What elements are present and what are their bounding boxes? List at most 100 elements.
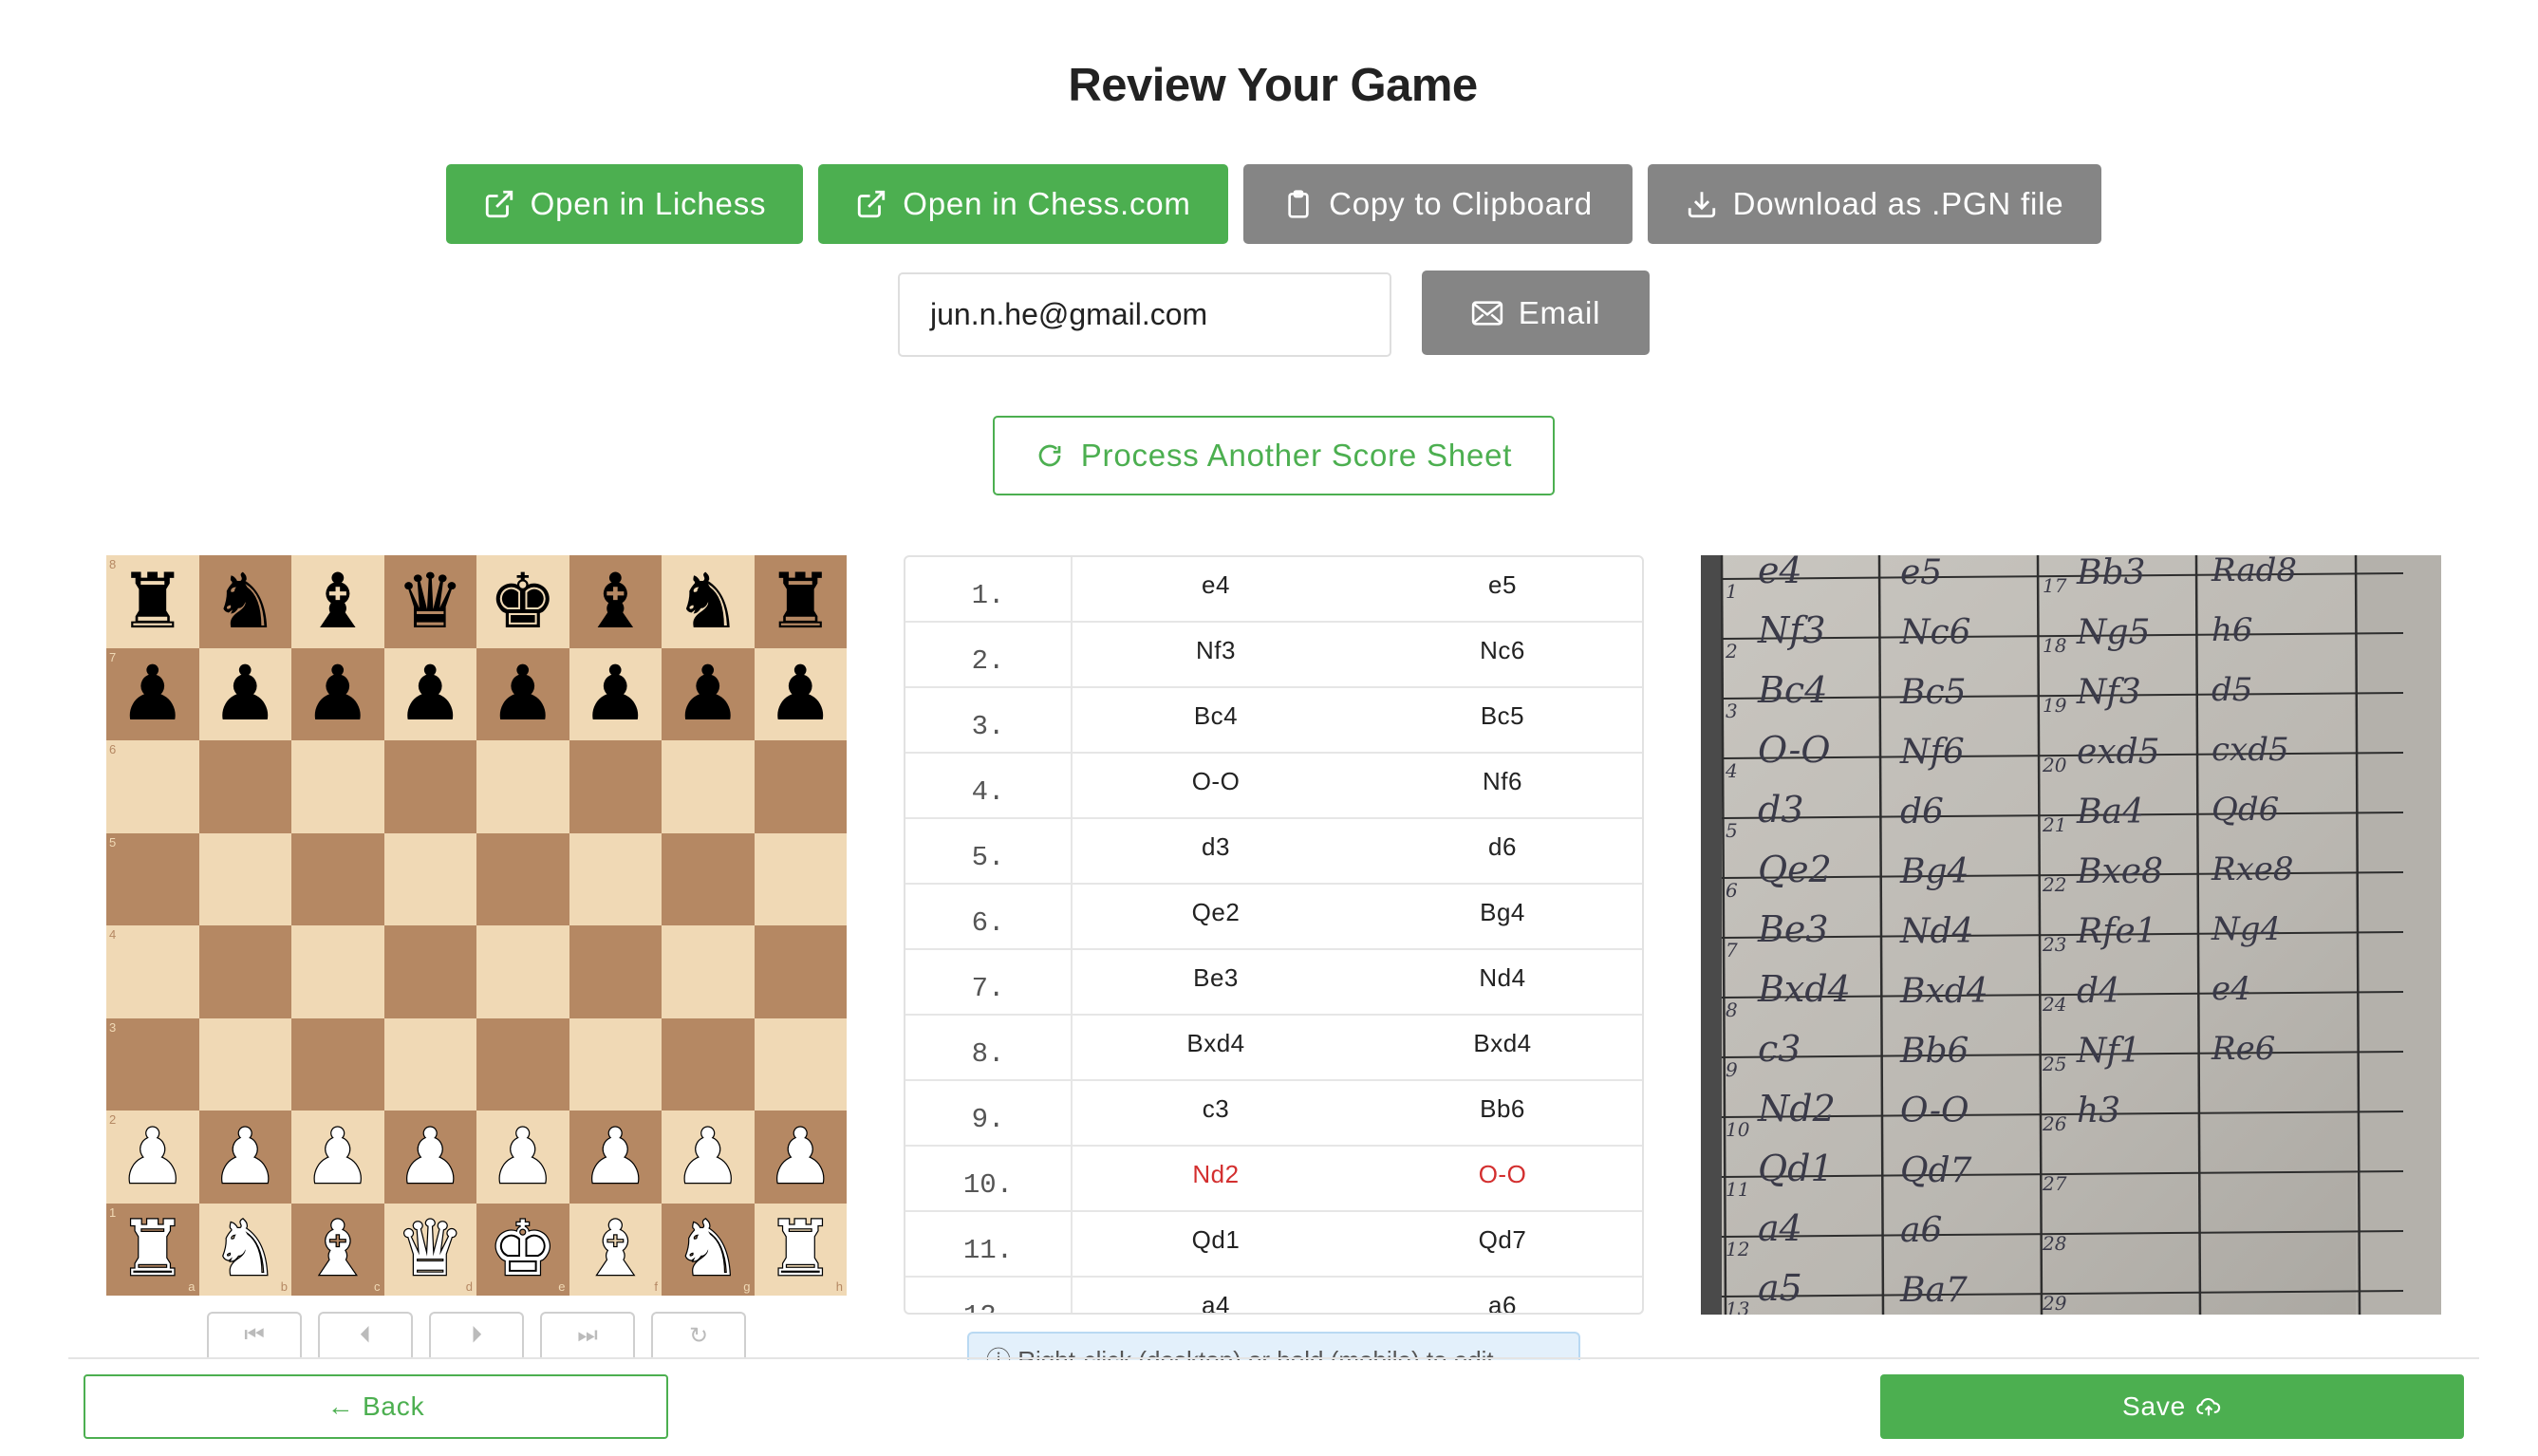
- white-move-cell[interactable]: Bc4: [1073, 688, 1359, 752]
- board-square-d4[interactable]: [383, 925, 476, 1018]
- white-pawn-icon[interactable]: ♟: [580, 1117, 650, 1196]
- board-square-d3[interactable]: [383, 1017, 476, 1111]
- white-move-cell[interactable]: O-O: [1073, 754, 1359, 817]
- white-move-cell[interactable]: Qd1: [1073, 1212, 1359, 1276]
- white-rook-icon[interactable]: ♜: [765, 1210, 835, 1289]
- black-knight-icon[interactable]: ♞: [674, 563, 742, 640]
- board-square-f1[interactable]: f ♝: [569, 1203, 662, 1296]
- board-square-h8[interactable]: ♜: [754, 555, 847, 648]
- board-square-f7[interactable]: ♟: [569, 647, 662, 740]
- board-square-e3[interactable]: [476, 1017, 569, 1111]
- board-square-c3[interactable]: [291, 1017, 384, 1111]
- board-square-d5[interactable]: [383, 832, 476, 925]
- black-pawn-icon[interactable]: ♟: [211, 656, 279, 732]
- white-bishop-icon[interactable]: ♝: [303, 1210, 373, 1289]
- board-square-g1[interactable]: g ♞: [662, 1203, 755, 1296]
- chess-board[interactable]: 8 ♜ ♞ ♝ ♛ ♚ ♝ ♞ ♜ 7 ♟ ♟ ♟ ♟ ♟ ♟ ♟ ♟ 6 5 4 3 2 ♟ ♟ ♟ ♟ ♟ ♟ ♟ ♟ 1 a ♜ b ♞ c ♝ d ♛…: [106, 555, 847, 1296]
- last-move-button[interactable]: ⏭: [540, 1312, 635, 1357]
- board-square-h7[interactable]: ♟: [754, 647, 847, 740]
- board-square-d6[interactable]: [383, 740, 476, 833]
- board-square-e2[interactable]: ♟: [476, 1111, 569, 1204]
- black-move-cell[interactable]: O-O: [1359, 1147, 1642, 1210]
- board-square-a6[interactable]: 6: [106, 740, 199, 833]
- white-pawn-icon[interactable]: ♟: [118, 1117, 188, 1196]
- black-move-cell[interactable]: Nc6: [1359, 623, 1642, 686]
- board-square-c1[interactable]: c ♝: [291, 1203, 384, 1296]
- board-square-b7[interactable]: ♟: [198, 647, 291, 740]
- board-square-c2[interactable]: ♟: [291, 1111, 384, 1204]
- black-queen-icon[interactable]: ♛: [396, 563, 464, 640]
- board-square-g3[interactable]: [662, 1017, 755, 1111]
- board-square-d8[interactable]: ♛: [383, 555, 476, 648]
- back-button[interactable]: ← Back: [84, 1374, 668, 1439]
- white-pawn-icon[interactable]: ♟: [395, 1117, 465, 1196]
- black-move-cell[interactable]: a6: [1359, 1278, 1642, 1313]
- board-square-c7[interactable]: ♟: [291, 647, 384, 740]
- black-rook-icon[interactable]: ♜: [119, 563, 187, 640]
- black-pawn-icon[interactable]: ♟: [304, 656, 372, 732]
- black-pawn-icon[interactable]: ♟: [119, 656, 187, 732]
- board-square-b5[interactable]: [198, 832, 291, 925]
- download-pgn-button[interactable]: Download as .PGN file: [1648, 164, 2101, 244]
- board-square-b6[interactable]: [198, 740, 291, 833]
- board-square-e1[interactable]: e ♚: [476, 1203, 569, 1296]
- black-king-icon[interactable]: ♚: [489, 563, 557, 640]
- black-bishop-icon[interactable]: ♝: [304, 563, 372, 640]
- board-square-h2[interactable]: ♟: [754, 1111, 847, 1204]
- board-square-a1[interactable]: 1 a ♜: [106, 1203, 199, 1296]
- black-move-cell[interactable]: Bg4: [1359, 885, 1642, 948]
- white-king-icon[interactable]: ♚: [488, 1210, 558, 1289]
- black-bishop-icon[interactable]: ♝: [581, 563, 649, 640]
- board-square-g6[interactable]: [662, 740, 755, 833]
- board-square-d2[interactable]: ♟: [383, 1111, 476, 1204]
- white-move-cell[interactable]: c3: [1073, 1081, 1359, 1145]
- previous-move-button[interactable]: ⏴: [318, 1312, 413, 1357]
- black-knight-icon[interactable]: ♞: [211, 563, 279, 640]
- black-move-cell[interactable]: d6: [1359, 819, 1642, 883]
- board-square-a7[interactable]: 7 ♟: [106, 647, 199, 740]
- board-square-h5[interactable]: [754, 832, 847, 925]
- board-square-e7[interactable]: ♟: [476, 647, 569, 740]
- board-square-c4[interactable]: [291, 925, 384, 1018]
- board-square-b3[interactable]: [198, 1017, 291, 1111]
- board-square-a5[interactable]: 5: [106, 832, 199, 925]
- board-square-f8[interactable]: ♝: [569, 555, 662, 648]
- board-square-f3[interactable]: [569, 1017, 662, 1111]
- board-square-b4[interactable]: [198, 925, 291, 1018]
- board-square-g4[interactable]: [662, 925, 755, 1018]
- black-move-cell[interactable]: Qd7: [1359, 1212, 1642, 1276]
- board-square-d7[interactable]: ♟: [383, 647, 476, 740]
- white-move-cell[interactable]: d3: [1073, 819, 1359, 883]
- board-square-a4[interactable]: 4: [106, 925, 199, 1018]
- board-square-e4[interactable]: [476, 925, 569, 1018]
- white-knight-icon[interactable]: ♞: [673, 1210, 743, 1289]
- black-move-cell[interactable]: Bb6: [1359, 1081, 1642, 1145]
- board-square-g8[interactable]: ♞: [662, 555, 755, 648]
- board-square-f4[interactable]: [569, 925, 662, 1018]
- black-move-cell[interactable]: Bxd4: [1359, 1016, 1642, 1079]
- email-button[interactable]: Email: [1422, 271, 1650, 355]
- white-pawn-icon[interactable]: ♟: [210, 1117, 280, 1196]
- email-input[interactable]: jun.n.he@gmail.com: [898, 272, 1391, 357]
- board-square-c5[interactable]: [291, 832, 384, 925]
- black-pawn-icon[interactable]: ♟: [674, 656, 742, 732]
- flip-board-button[interactable]: ↻: [651, 1312, 746, 1357]
- white-move-cell[interactable]: Qe2: [1073, 885, 1359, 948]
- black-pawn-icon[interactable]: ♟: [396, 656, 464, 732]
- board-square-e5[interactable]: [476, 832, 569, 925]
- board-square-h6[interactable]: [754, 740, 847, 833]
- board-square-f5[interactable]: [569, 832, 662, 925]
- black-move-cell[interactable]: Nf6: [1359, 754, 1642, 817]
- copy-to-clipboard-button[interactable]: Copy to Clipboard: [1243, 164, 1633, 244]
- board-square-c6[interactable]: [291, 740, 384, 833]
- process-another-button[interactable]: Process Another Score Sheet: [993, 416, 1555, 495]
- board-square-a8[interactable]: 8 ♜: [106, 555, 199, 648]
- board-square-a2[interactable]: 2 ♟: [106, 1111, 199, 1204]
- white-move-cell[interactable]: Nf3: [1073, 623, 1359, 686]
- white-move-cell[interactable]: Nd2: [1073, 1147, 1359, 1210]
- white-knight-icon[interactable]: ♞: [210, 1210, 280, 1289]
- board-square-f6[interactable]: [569, 740, 662, 833]
- board-square-a3[interactable]: 3: [106, 1017, 199, 1111]
- board-square-e6[interactable]: [476, 740, 569, 833]
- black-rook-icon[interactable]: ♜: [766, 563, 834, 640]
